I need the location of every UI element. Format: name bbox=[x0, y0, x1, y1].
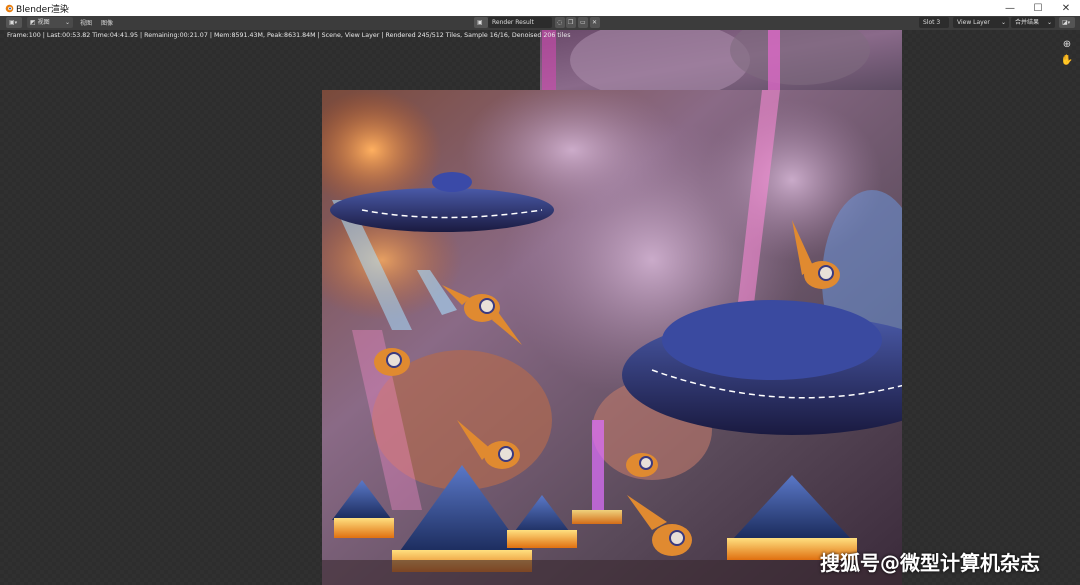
image-icon: ▣ bbox=[477, 19, 483, 26]
chevron-down-icon: ⌄ bbox=[64, 19, 70, 26]
editor-type-button[interactable]: ▣▾ bbox=[6, 17, 22, 28]
chevron-down-icon: ⌄ bbox=[1046, 19, 1052, 26]
menu-view[interactable]: 视图 bbox=[80, 18, 92, 27]
blender-logo-icon bbox=[5, 4, 14, 13]
maximize-button[interactable]: ☐ bbox=[1024, 0, 1052, 16]
render-result-image bbox=[322, 90, 902, 585]
close-button[interactable]: ✕ bbox=[1052, 0, 1080, 16]
mode-label: 视图 bbox=[37, 19, 50, 26]
minimize-button[interactable]: — bbox=[996, 0, 1024, 16]
pass-dropdown[interactable]: 合并结果 ⌄ bbox=[1011, 17, 1055, 28]
hand-icon[interactable]: ✋ bbox=[1060, 54, 1074, 68]
slot-dropdown[interactable]: Slot 3 bbox=[919, 17, 949, 28]
render-stats-text: Frame:100 | Last:00:53.82 Time:04:41.95 … bbox=[7, 32, 571, 39]
pass-label: 合并结果 bbox=[1015, 19, 1040, 26]
close-icon: ✕ bbox=[592, 19, 598, 26]
image-name-label: Render Result bbox=[492, 19, 534, 26]
image-name-field[interactable]: Render Result bbox=[488, 17, 552, 28]
copy-icon: ❐ bbox=[568, 19, 574, 26]
image-browse-button[interactable]: ▣ bbox=[474, 17, 488, 28]
fake-user-button[interactable]: ◌ bbox=[555, 17, 565, 28]
mode-dropdown[interactable]: ◩ 视图 ⌄ bbox=[27, 17, 73, 28]
watermark-text: 搜狐号@微型计算机杂志 bbox=[820, 551, 1040, 575]
view-layer-dropdown[interactable]: View Layer ⌄ bbox=[953, 17, 1009, 28]
view-layer-label: View Layer bbox=[957, 19, 990, 26]
menu-image[interactable]: 图像 bbox=[101, 18, 113, 27]
image-editor-header: ▣▾ ◩ 视图 ⌄ 视图 图像 ▣ Render Result ◌ ❐ ▭ ✕ … bbox=[0, 16, 1080, 31]
open-button[interactable]: ▭ bbox=[578, 17, 588, 28]
display-channels-button[interactable]: ◪▾ bbox=[1059, 17, 1075, 28]
duplicate-button[interactable]: ❐ bbox=[566, 17, 576, 28]
slot-label: Slot 3 bbox=[923, 19, 941, 26]
render-tiles-partial bbox=[540, 30, 902, 92]
unlink-button[interactable]: ✕ bbox=[590, 17, 600, 28]
window-titlebar: Blender渲染 — ☐ ✕ bbox=[0, 0, 1080, 17]
view-mode-icon: ◩ bbox=[30, 19, 36, 26]
chevron-down-icon: ⌄ bbox=[1000, 19, 1006, 26]
zoom-icon[interactable]: ⊕ bbox=[1060, 38, 1074, 52]
folder-icon: ▭ bbox=[580, 19, 586, 26]
shield-icon: ◌ bbox=[557, 19, 563, 26]
window-title: Blender渲染 bbox=[16, 5, 69, 15]
